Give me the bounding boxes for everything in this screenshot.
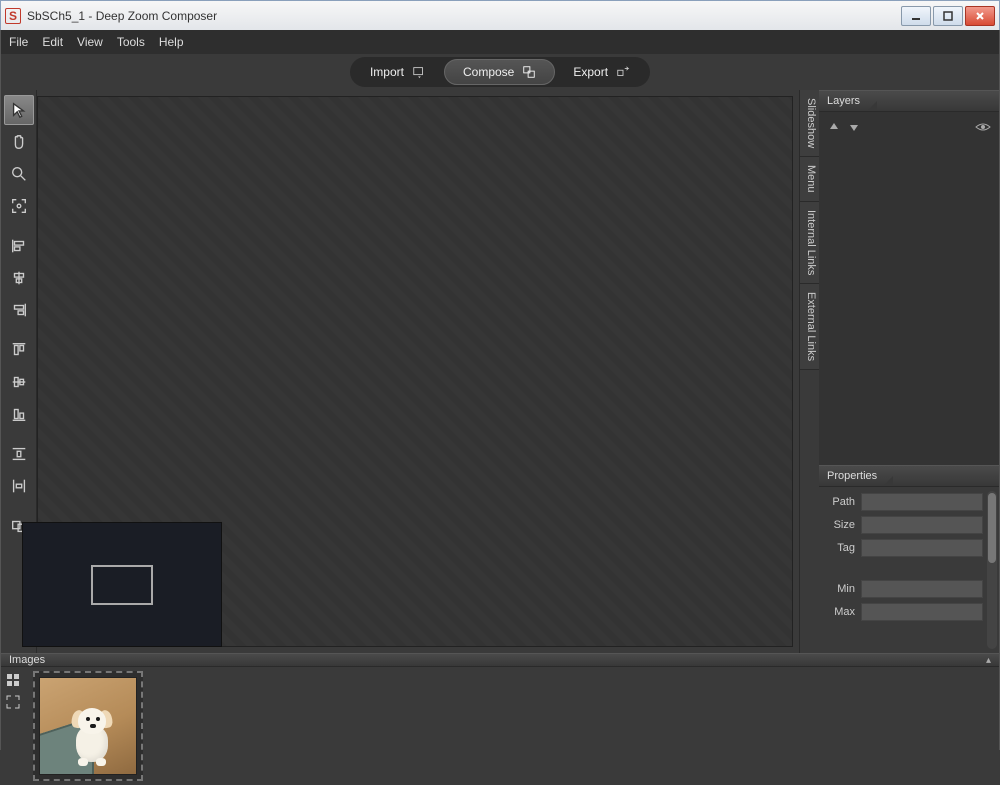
app-icon: S	[5, 8, 21, 24]
prop-min-label: Min	[823, 583, 855, 595]
tab-slideshow[interactable]: Slideshow	[800, 90, 819, 157]
align-bottom-tool[interactable]	[4, 399, 34, 429]
tab-internal-links[interactable]: Internal Links	[800, 202, 819, 284]
images-strip	[25, 667, 999, 785]
properties-panel-header: Properties	[819, 465, 999, 487]
align-top-tool[interactable]	[4, 335, 34, 365]
window-title: SbSCh5_1 - Deep Zoom Composer	[27, 9, 217, 23]
dog-thumbnail-preview	[40, 678, 136, 774]
images-panel-tools	[1, 667, 25, 785]
prop-path-field[interactable]	[861, 493, 983, 511]
align-right-tool[interactable]	[4, 295, 34, 325]
mode-compose[interactable]: Compose	[444, 59, 555, 85]
compose-icon	[522, 65, 536, 79]
minimap-viewport[interactable]	[91, 565, 153, 605]
menu-help[interactable]: Help	[159, 35, 184, 49]
prop-tag-field[interactable]	[861, 539, 983, 557]
mode-export-label: Export	[573, 65, 608, 79]
mode-compose-label: Compose	[463, 65, 514, 79]
mode-bar: Import Compose Export	[0, 54, 1000, 90]
prop-max-label: Max	[823, 606, 855, 618]
prop-tag-label: Tag	[823, 542, 855, 554]
images-view-grid-icon[interactable]	[6, 673, 20, 687]
prop-size-label: Size	[823, 519, 855, 531]
images-panel-collapse-icon[interactable]: ▴	[986, 655, 991, 666]
properties-panel-title: Properties	[827, 470, 877, 482]
menu-bar: File Edit View Tools Help	[0, 30, 1000, 54]
mode-import-label: Import	[370, 65, 404, 79]
layer-visibility-icon[interactable]	[975, 120, 991, 137]
select-tool[interactable]	[4, 95, 34, 125]
prop-path-label: Path	[823, 496, 855, 508]
import-icon	[412, 65, 426, 79]
canvas-area[interactable]	[37, 90, 799, 653]
window-titlebar: S SbSCh5_1 - Deep Zoom Composer	[0, 0, 1000, 30]
tab-menu[interactable]: Menu	[800, 157, 819, 202]
layer-move-up-icon[interactable]	[827, 120, 841, 137]
align-left-tool[interactable]	[4, 231, 34, 261]
distribute-h-tool[interactable]	[4, 439, 34, 469]
layers-panel-header: Layers	[819, 90, 999, 112]
menu-file[interactable]: File	[9, 35, 28, 49]
menu-view[interactable]: View	[77, 35, 103, 49]
close-button[interactable]	[965, 6, 995, 26]
export-icon	[616, 65, 630, 79]
menu-edit[interactable]: Edit	[42, 35, 63, 49]
properties-scrollbar-thumb[interactable]	[988, 493, 996, 563]
side-tabs: Slideshow Menu Internal Links External L…	[799, 90, 819, 653]
images-panel-title: Images	[9, 654, 45, 666]
layers-panel-body	[819, 112, 999, 465]
mode-export[interactable]: Export	[555, 59, 648, 85]
menu-tools[interactable]: Tools	[117, 35, 145, 49]
mode-import[interactable]: Import	[352, 59, 444, 85]
zoom-tool[interactable]	[4, 159, 34, 189]
maximize-button[interactable]	[933, 6, 963, 26]
properties-panel-body: Path Size Tag Min Max	[819, 487, 999, 653]
fit-tool[interactable]	[4, 191, 34, 221]
align-center-h-tool[interactable]	[4, 263, 34, 293]
layers-panel-title: Layers	[827, 95, 860, 107]
layer-move-down-icon[interactable]	[847, 120, 861, 137]
distribute-v-tool[interactable]	[4, 471, 34, 501]
images-panel: Images ▴	[0, 653, 1000, 750]
tab-external-links[interactable]: External Links	[800, 284, 819, 370]
right-panels: Layers Pro	[819, 90, 999, 653]
prop-size-field[interactable]	[861, 516, 983, 534]
pan-tool[interactable]	[4, 127, 34, 157]
align-center-v-tool[interactable]	[4, 367, 34, 397]
prop-max-field[interactable]	[861, 603, 983, 621]
images-panel-header: Images ▴	[1, 653, 999, 667]
images-view-fit-icon[interactable]	[6, 695, 20, 709]
properties-scrollbar[interactable]	[987, 491, 997, 649]
minimap[interactable]	[22, 522, 222, 647]
minimize-button[interactable]	[901, 6, 931, 26]
prop-min-field[interactable]	[861, 580, 983, 598]
image-thumbnail[interactable]	[33, 671, 143, 781]
